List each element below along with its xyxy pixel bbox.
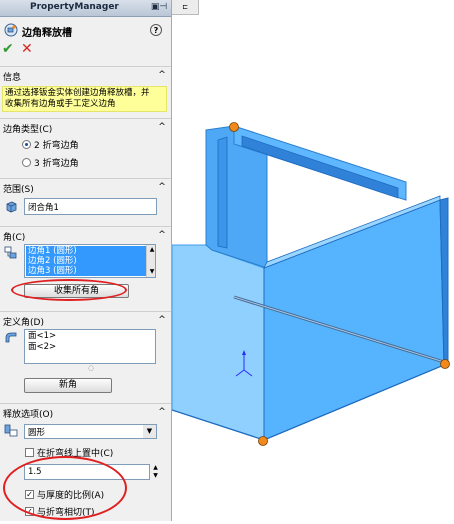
corner-type-section-header[interactable]: 边角类型(C) ^ xyxy=(0,118,171,135)
corner-select-icon xyxy=(4,246,17,259)
collapse-icon[interactable]: ^ xyxy=(157,407,167,417)
vertex-marker xyxy=(258,436,268,446)
face-list[interactable]: 面<1> 面<2> xyxy=(24,329,156,364)
list-item[interactable]: 边角3 (圆形) xyxy=(26,266,148,276)
radio-2-bend-corner[interactable] xyxy=(22,140,31,149)
info-section-label: 信息 xyxy=(3,73,22,83)
relief-shape-select[interactable]: 圆形 ▼ xyxy=(24,424,157,439)
relief-options-section-header[interactable]: 释放选项(O) ^ xyxy=(0,403,171,420)
list-item[interactable]: 面<2> xyxy=(28,342,152,353)
pin-icon[interactable]: ▣⊣ xyxy=(150,2,168,13)
corner-section-header[interactable]: 角(C) ^ xyxy=(0,226,171,243)
collapse-icon[interactable]: ^ xyxy=(157,230,167,240)
collapse-icon[interactable]: ^ xyxy=(157,315,167,325)
info-text-line: 收集所有边角或手工定义边角 xyxy=(5,99,116,109)
centered-on-bend-label: 在折弯线上置中(C) xyxy=(37,449,114,459)
list-item[interactable]: 面<1> xyxy=(28,331,152,342)
feature-title: 边角释放槽 xyxy=(22,28,72,39)
panel-title: PropertyManager xyxy=(30,2,119,12)
vertex-marker xyxy=(440,359,450,369)
graphics-viewport[interactable] xyxy=(171,0,454,521)
feature-header: 边角释放槽 ? xyxy=(0,20,171,40)
resize-handle-icon[interactable]: ◌ xyxy=(88,364,94,372)
list-item[interactable]: 边角1 (圆形) xyxy=(26,246,148,256)
radio-2-bend-corner-label: 2 折弯边角 xyxy=(34,141,79,151)
scroll-up-icon[interactable]: ▲ xyxy=(147,245,155,255)
ok-button[interactable]: ✔ xyxy=(2,42,16,56)
corner-relief-icon xyxy=(4,23,18,37)
ratio-to-thickness-label: 与厚度的比例(A) xyxy=(37,491,105,501)
relief-ratio-input[interactable]: 1.5 xyxy=(24,464,150,480)
relief-shape-icon xyxy=(4,424,18,437)
collapse-icon[interactable]: ^ xyxy=(157,122,167,132)
help-icon[interactable]: ? xyxy=(150,24,162,36)
new-corner-button[interactable]: 新角 xyxy=(24,378,112,393)
cancel-button[interactable]: ✕ xyxy=(21,42,35,56)
body-icon xyxy=(6,201,17,213)
collapse-icon[interactable]: ^ xyxy=(157,182,167,192)
scope-field[interactable]: 闭合角1 xyxy=(24,198,157,215)
info-text-line: 通过选择钣金实体创建边角释放槽，并 xyxy=(5,88,150,98)
define-corner-section-header[interactable]: 定义角(D) ^ xyxy=(0,311,171,328)
radio-3-bend-corner-label: 3 折弯边角 xyxy=(34,159,79,169)
vertex-marker xyxy=(229,122,239,132)
info-section-header[interactable]: 信息 ^ xyxy=(0,66,171,83)
panel-titlebar: PropertyManager ▣⊣ xyxy=(0,0,171,17)
relief-options-section-label: 释放选项(O) xyxy=(3,410,54,420)
relief-shape-value: 圆形 xyxy=(28,428,46,438)
list-item[interactable]: 边角2 (圆形) xyxy=(26,256,148,266)
spin-arrows-icon[interactable]: ▲ ▼ xyxy=(151,464,160,480)
tangent-to-bend-checkbox[interactable]: ✓ xyxy=(25,507,34,516)
radio-3-bend-corner[interactable] xyxy=(22,158,31,167)
list-scrollbar[interactable]: ▲ ▼ xyxy=(146,245,155,277)
corner-list[interactable]: 边角1 (圆形) 边角2 (圆形) 边角3 (圆形) ▲ ▼ xyxy=(24,244,156,278)
define-corner-section-label: 定义角(D) xyxy=(3,318,44,328)
corner-section-label: 角(C) xyxy=(3,233,26,243)
collect-all-corners-button[interactable]: 收集所有角 xyxy=(24,284,129,298)
ratio-to-thickness-checkbox[interactable]: ✓ xyxy=(25,490,34,499)
tangent-to-bend-label: 与折弯相切(T) xyxy=(37,508,95,518)
collapse-icon[interactable]: ^ xyxy=(157,70,167,80)
info-message: 通过选择钣金实体创建边角释放槽，并 收集所有边角或手工定义边角 xyxy=(2,86,167,112)
sheet-metal-part-view xyxy=(171,122,450,446)
face-select-icon xyxy=(5,332,17,343)
scope-section-header[interactable]: 范围(S) ^ xyxy=(0,178,171,195)
base-flange xyxy=(171,244,265,441)
scroll-down-icon[interactable]: ▼ xyxy=(147,267,155,277)
side-flange-face xyxy=(263,199,445,441)
viewport-corner-control[interactable]: ⊏ xyxy=(172,0,199,15)
inner-edge xyxy=(217,136,228,249)
corner-type-section-label: 边角类型(C) xyxy=(3,125,53,135)
scope-section-label: 范围(S) xyxy=(3,185,34,195)
property-manager-panel: PropertyManager ▣⊣ 边角释放槽 ? ✔ ✕ 信息 ^ 通过选择… xyxy=(0,0,172,521)
chevron-down-icon[interactable]: ▼ xyxy=(143,425,156,438)
centered-on-bend-checkbox[interactable] xyxy=(25,448,34,457)
